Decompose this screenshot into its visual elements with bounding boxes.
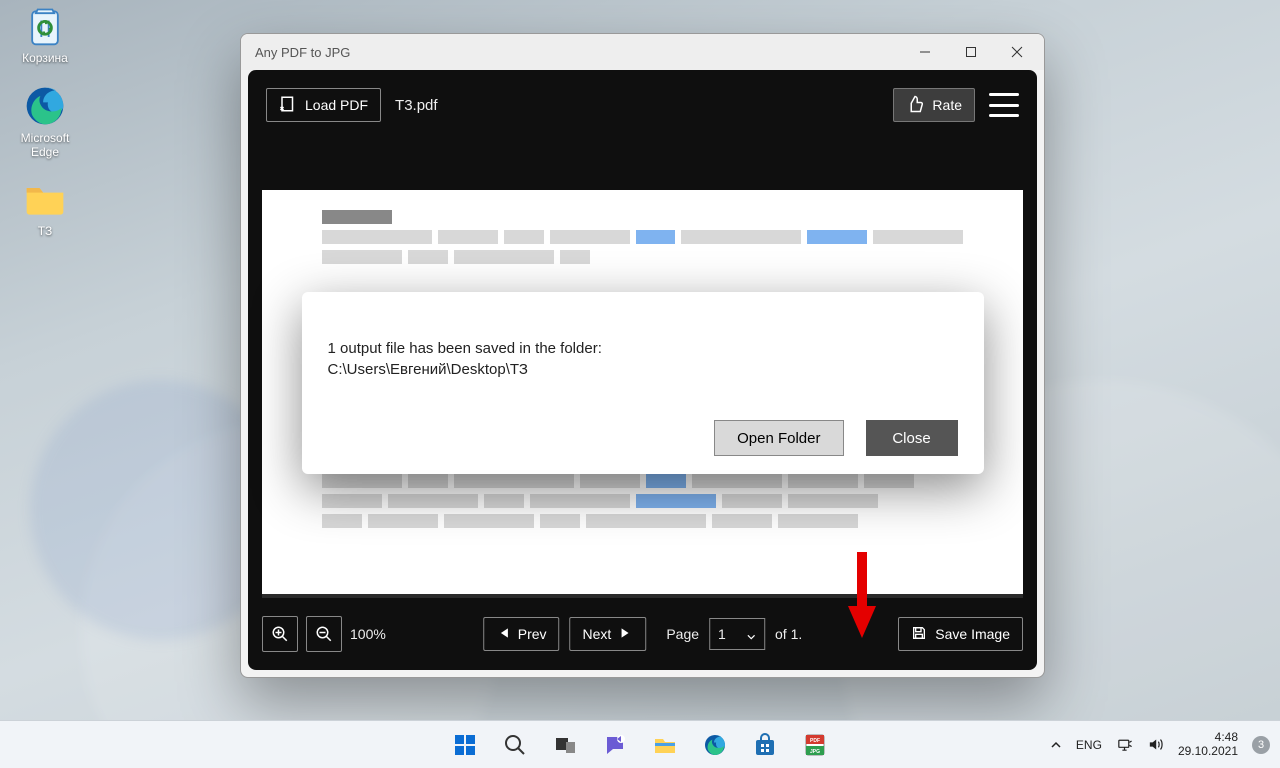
thumbs-up-icon xyxy=(906,95,924,116)
svg-text:PDF: PDF xyxy=(810,738,820,744)
zoom-in-button[interactable] xyxy=(262,616,298,652)
app-body: Load PDF T3.pdf Rate xyxy=(248,70,1037,670)
folder-icon xyxy=(23,177,67,221)
tray-overflow-button[interactable] xyxy=(1050,739,1062,751)
desktop-icon-edge[interactable]: Microsoft Edge xyxy=(8,84,82,160)
svg-text:JPG: JPG xyxy=(810,749,820,755)
rate-button[interactable]: Rate xyxy=(893,88,975,122)
save-image-label: Save Image xyxy=(935,626,1010,642)
taskbar-pdf-app-button[interactable]: PDF JPG xyxy=(801,731,829,759)
taskbar-edge-button[interactable] xyxy=(701,731,729,759)
maximize-button[interactable] xyxy=(948,34,994,70)
dialog-message-line2: C:\Users\Евгений\Desktop\ТЗ xyxy=(328,359,958,380)
desktop-icon-label: Корзина xyxy=(8,52,82,66)
desktop-icon-label: Microsoft Edge xyxy=(8,132,82,160)
close-button[interactable] xyxy=(994,34,1040,70)
dialog-message-line1: 1 output file has been saved in the fold… xyxy=(328,338,958,359)
page-total: of 1. xyxy=(775,626,802,642)
desktop-icons: Корзина Microsoft Edge ТЗ xyxy=(8,4,88,257)
edge-icon xyxy=(23,84,67,128)
next-label: Next xyxy=(583,626,612,642)
page-select[interactable]: 1 xyxy=(709,618,765,650)
app-window-any-pdf-to-jpg: Any PDF to JPG Load PDF T3.pdf Rate xyxy=(240,33,1045,678)
tray-volume-icon[interactable] xyxy=(1147,736,1164,753)
tray-network-icon[interactable] xyxy=(1116,736,1133,753)
rate-label: Rate xyxy=(932,97,962,113)
tray-date: 29.10.2021 xyxy=(1178,745,1238,759)
save-icon xyxy=(911,625,927,644)
start-button[interactable] xyxy=(451,731,479,759)
page-value: 1 xyxy=(718,626,726,642)
window-controls xyxy=(902,34,1040,70)
desktop-icon-folder-tz[interactable]: ТЗ xyxy=(8,177,82,239)
desktop-icon-recycle-bin[interactable]: Корзина xyxy=(8,4,82,66)
desktop-icon-label: ТЗ xyxy=(8,225,82,239)
save-image-button[interactable]: Save Image xyxy=(898,617,1023,651)
app-toolbar: Load PDF T3.pdf Rate xyxy=(248,70,1037,140)
tray-notification-badge[interactable]: 3 xyxy=(1252,736,1270,754)
load-pdf-button[interactable]: Load PDF xyxy=(266,88,381,122)
taskbar-explorer-button[interactable] xyxy=(651,731,679,759)
menu-button[interactable] xyxy=(989,93,1019,117)
taskbar-chat-button[interactable] xyxy=(601,731,629,759)
prev-page-button[interactable]: Prev xyxy=(483,617,560,651)
tray-clock[interactable]: 4:48 29.10.2021 xyxy=(1178,731,1238,759)
app-footer: 100% Prev Next Page 1 of 1. xyxy=(262,612,1023,656)
next-icon xyxy=(619,626,633,643)
taskbar-taskview-button[interactable] xyxy=(551,731,579,759)
tray-language-button[interactable]: ENG xyxy=(1076,738,1102,752)
prev-icon xyxy=(496,626,510,643)
system-tray: ENG 4:48 29.10.2021 3 xyxy=(1050,721,1270,768)
taskbar-store-button[interactable] xyxy=(751,731,779,759)
minimize-button[interactable] xyxy=(902,34,948,70)
zoom-out-button[interactable] xyxy=(306,616,342,652)
tray-time: 4:48 xyxy=(1215,731,1238,745)
chevron-down-icon xyxy=(746,629,756,639)
current-filename: T3.pdf xyxy=(395,97,438,114)
page_label: Page xyxy=(666,626,699,642)
window-title: Any PDF to JPG xyxy=(255,45,350,60)
next-page-button[interactable]: Next xyxy=(570,617,647,651)
save-complete-dialog: 1 output file has been saved in the fold… xyxy=(302,292,984,474)
load-pdf-label: Load PDF xyxy=(305,97,368,113)
prev-label: Prev xyxy=(518,626,547,642)
open-folder-button[interactable]: Open Folder xyxy=(714,420,843,456)
dialog-close-button[interactable]: Close xyxy=(866,420,958,456)
zoom-value: 100% xyxy=(350,626,386,642)
taskbar: PDF JPG ENG 4:48 29.10.2021 3 xyxy=(0,720,1280,768)
titlebar[interactable]: Any PDF to JPG xyxy=(241,34,1044,70)
taskbar-search-button[interactable] xyxy=(501,731,529,759)
recycle-bin-icon xyxy=(23,4,67,48)
load-pdf-icon xyxy=(279,95,297,116)
taskbar-pinned-apps: PDF JPG xyxy=(451,731,829,759)
